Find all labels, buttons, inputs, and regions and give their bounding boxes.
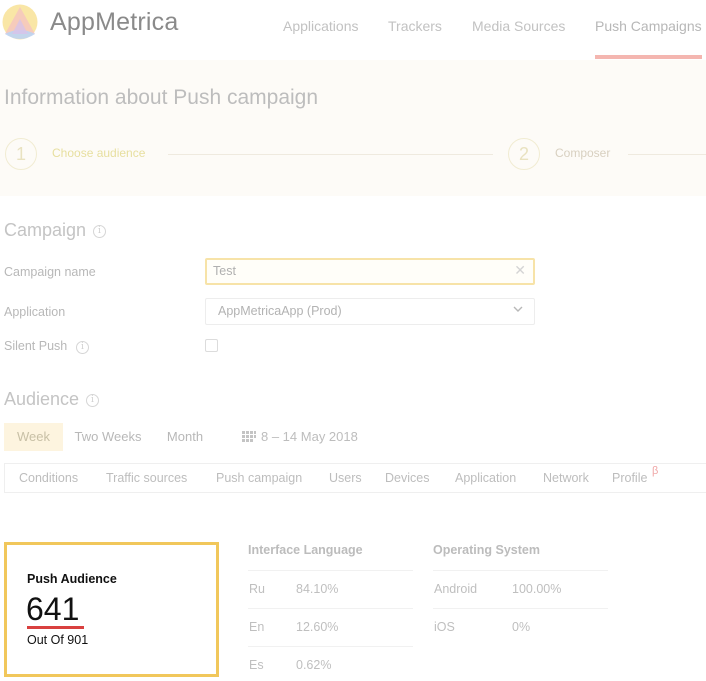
- tab-users[interactable]: Users: [329, 471, 362, 485]
- main-nav: Applications Trackers Media Sources Push…: [0, 0, 706, 60]
- nav-trackers[interactable]: Trackers: [388, 18, 442, 34]
- tab-conditions[interactable]: Conditions: [19, 471, 78, 485]
- silent-push-checkbox[interactable]: [205, 339, 218, 352]
- os-value: 100.00%: [512, 582, 562, 596]
- audience-tabs: Conditions Traffic sources Push campaign…: [4, 463, 706, 493]
- campaign-section-title: Campaign: [4, 220, 87, 240]
- application-select-value: AppMetricaApp (Prod): [218, 304, 342, 318]
- push-audience-title: Push Audience: [27, 572, 117, 586]
- campaign-name-value[interactable]: Test: [213, 264, 236, 278]
- tab-devices[interactable]: Devices: [385, 471, 429, 485]
- application-label: Application: [4, 305, 66, 319]
- language-name: En: [249, 620, 265, 634]
- campaign-info-icon[interactable]: i: [93, 225, 106, 238]
- beta-badge: β: [652, 465, 659, 477]
- title-band: [0, 60, 706, 196]
- divider: [248, 570, 413, 571]
- operating-system-title: Operating System: [433, 543, 540, 557]
- nav-push-campaigns[interactable]: Push Campaigns: [595, 18, 702, 34]
- date-range-text: 8 – 14 May 2018: [261, 429, 358, 444]
- audience-section-title: Audience: [4, 389, 80, 409]
- calendar-icon: [242, 431, 256, 442]
- language-name: Ru: [249, 582, 265, 596]
- period-week-button[interactable]: Week: [4, 423, 63, 451]
- language-value: 12.60%: [296, 620, 339, 634]
- divider: [248, 608, 413, 609]
- os-name: iOS: [434, 620, 455, 634]
- period-month-button[interactable]: Month: [158, 423, 212, 451]
- clear-icon[interactable]: ✕: [514, 262, 526, 279]
- divider: [433, 570, 608, 571]
- language-value: 84.10%: [296, 582, 339, 596]
- os-name: Android: [434, 582, 478, 596]
- campaign-name-input[interactable]: Test ✕: [205, 258, 535, 285]
- nav-applications[interactable]: Applications: [283, 18, 359, 34]
- application-select[interactable]: AppMetricaApp (Prod): [205, 298, 535, 325]
- active-nav-indicator: [595, 55, 702, 59]
- count-underline: [27, 626, 84, 629]
- step-connector: [168, 154, 493, 155]
- tab-application[interactable]: Application: [455, 471, 516, 485]
- nav-media-sources[interactable]: Media Sources: [472, 18, 565, 34]
- language-value: 0.62%: [296, 658, 332, 672]
- campaign-name-label: Campaign name: [4, 265, 96, 279]
- step-2-label[interactable]: Composer: [555, 146, 610, 160]
- audience-info-icon[interactable]: i: [86, 394, 99, 407]
- app-header: AppMetrica Applications Trackers Media S…: [0, 0, 706, 60]
- divider: [433, 608, 608, 609]
- step-1-label[interactable]: Choose audience: [52, 146, 145, 160]
- tab-traffic-sources[interactable]: Traffic sources: [106, 471, 187, 485]
- tab-profile[interactable]: Profile: [612, 471, 647, 485]
- period-two-weeks-button[interactable]: Two Weeks: [68, 423, 148, 451]
- step-2-circle[interactable]: 2: [508, 138, 540, 170]
- push-audience-total: Out Of 901: [27, 633, 89, 647]
- tab-network[interactable]: Network: [543, 471, 589, 485]
- os-value: 0%: [512, 620, 531, 634]
- language-name: Es: [249, 658, 264, 672]
- tab-push-campaign[interactable]: Push campaign: [216, 471, 302, 485]
- interface-language-title: Interface Language: [248, 543, 363, 557]
- push-audience-count: 641: [26, 591, 80, 627]
- step-1-circle[interactable]: 1: [5, 138, 37, 170]
- silent-push-label: Silent Push: [4, 339, 68, 353]
- page-title: Information about Push campaign: [4, 86, 319, 109]
- divider: [248, 646, 413, 647]
- step-connector-2: [628, 154, 706, 155]
- silent-push-info-icon[interactable]: i: [76, 341, 89, 354]
- chevron-down-icon: [513, 306, 523, 312]
- date-range-picker[interactable]: 8 – 14 May 2018: [242, 429, 358, 444]
